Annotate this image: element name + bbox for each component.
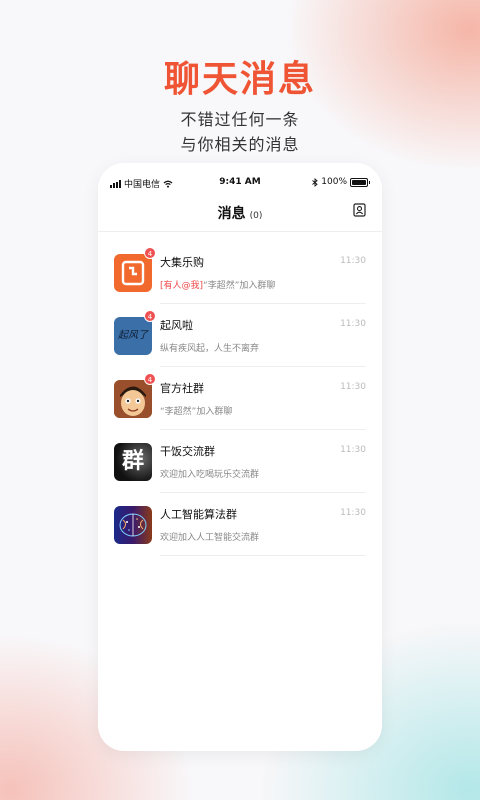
brain-circuit-avatar bbox=[114, 506, 152, 544]
calligraphy-avatar: 起风了 bbox=[114, 317, 152, 355]
avatar-group-char: 群 bbox=[121, 449, 144, 474]
phone-mockup: 中国电信 9:41 AM 100% 消息 (0) 4 大集乐购 11:30 [有… bbox=[98, 163, 382, 751]
chat-time: 11:30 bbox=[340, 382, 366, 392]
chat-time: 11:30 bbox=[340, 256, 366, 266]
unread-badge: 4 bbox=[144, 373, 156, 385]
chat-name: 人工智能算法群 bbox=[160, 508, 237, 521]
chat-preview: [有人@我]“李超然”加入群聊 bbox=[160, 278, 275, 291]
chat-item-ai[interactable]: 人工智能算法群 11:30 欢迎加入人工智能交流群 bbox=[114, 493, 366, 556]
chat-name: 起风啦 bbox=[160, 319, 193, 332]
chat-preview: 欢迎加入吃喝玩乐交流群 bbox=[160, 470, 260, 480]
status-bar: 中国电信 9:41 AM 100% bbox=[110, 177, 370, 191]
chat-item-official[interactable]: 4 官方社群 11:30 “李超然”加入群聊 bbox=[114, 367, 366, 430]
chat-preview: 纵有疾风起，人生不离弃 bbox=[160, 344, 260, 354]
chat-time: 11:30 bbox=[340, 508, 366, 518]
promo-subtitle-line2: 与你相关的消息 bbox=[180, 135, 300, 154]
promo-subtitle-line1: 不错过任何一条 bbox=[180, 110, 300, 129]
chat-item-qifeng[interactable]: 起风了 4 起风啦 11:30 纵有疾风起，人生不离弃 bbox=[114, 304, 366, 367]
mention-tag: [有人@我] bbox=[160, 281, 204, 291]
promo-title: 聊天消息 bbox=[163, 59, 316, 100]
page-title: 消息 (0) bbox=[98, 203, 382, 223]
unread-count: (0) bbox=[249, 211, 263, 221]
chat-preview-text: “李超然”加入群聊 bbox=[203, 281, 276, 291]
nav-bar: 消息 (0) bbox=[98, 199, 382, 232]
page-title-text: 消息 bbox=[217, 206, 246, 222]
battery-icon bbox=[350, 177, 368, 187]
unread-badge: 4 bbox=[144, 310, 156, 322]
battery-percent: 100% bbox=[321, 177, 347, 187]
chat-preview: 欢迎加入人工智能交流群 bbox=[160, 533, 260, 543]
bluetooth-icon bbox=[312, 177, 318, 187]
chat-item-ganfan[interactable]: 群 干饭交流群 11:30 欢迎加入吃喝玩乐交流群 bbox=[114, 430, 366, 493]
chat-time: 11:30 bbox=[340, 445, 366, 455]
chat-list: 4 大集乐购 11:30 [有人@我]“李超然”加入群聊 起风了 4 起风啦 1… bbox=[114, 241, 366, 556]
chat-name: 大集乐购 bbox=[160, 256, 204, 269]
chat-item-daji[interactable]: 4 大集乐购 11:30 [有人@我]“李超然”加入群聊 bbox=[114, 241, 366, 304]
orange-document-icon bbox=[114, 254, 152, 292]
unread-badge: 4 bbox=[144, 247, 156, 259]
chat-name: 干饭交流群 bbox=[160, 445, 215, 458]
contacts-icon[interactable] bbox=[353, 203, 366, 217]
chat-name: 官方社群 bbox=[160, 382, 204, 395]
chat-preview: “李超然”加入群聊 bbox=[160, 407, 233, 417]
cartoon-face-avatar bbox=[114, 380, 152, 418]
chat-time: 11:30 bbox=[340, 319, 366, 329]
avatar-calligraphy-text: 起风了 bbox=[118, 330, 148, 341]
group-char-avatar: 群 bbox=[114, 443, 152, 481]
